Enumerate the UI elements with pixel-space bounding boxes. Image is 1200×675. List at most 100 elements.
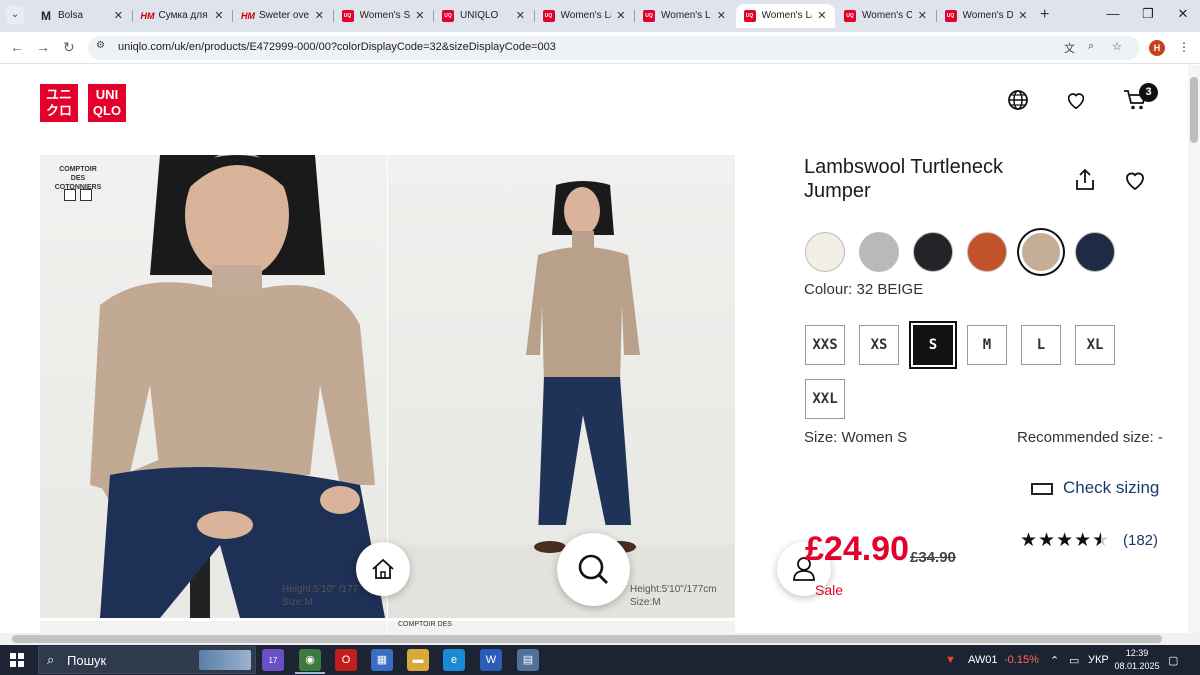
colour-swatch-off-white[interactable]: [805, 232, 845, 272]
notifications-icon[interactable]: ▢: [1168, 654, 1178, 667]
close-tab-icon[interactable]: ✕: [315, 4, 324, 28]
url-text[interactable]: uniqlo.com/uk/en/products/E472999-000/00…: [118, 41, 556, 53]
logo-latin: UNI QLO: [88, 84, 126, 122]
search-button[interactable]: [557, 533, 630, 606]
network-icon[interactable]: ▭: [1069, 654, 1079, 667]
wishlist-heart-icon[interactable]: [1065, 89, 1087, 111]
rating-stars[interactable]: ★★★★★: [1020, 529, 1110, 552]
system-clock[interactable]: 12:39 08.01.2025: [1112, 647, 1162, 673]
site-info-icon[interactable]: ⚙: [96, 40, 105, 51]
browser-tab[interactable]: UQ Women's La ✕: [635, 4, 734, 28]
brand-mini-logo-2: [80, 189, 92, 201]
stock-ticker[interactable]: AW01: [968, 654, 998, 666]
reload-button[interactable]: ↻: [63, 39, 75, 56]
close-tab-icon[interactable]: ✕: [214, 4, 223, 28]
model-height-2: Height:5'10"/177cm: [630, 584, 717, 595]
product-title: Lambswool Turtleneck Jumper: [804, 156, 1003, 202]
clock-time: 12:39: [1125, 648, 1149, 658]
browser-tab[interactable]: UQ UNIQLO ✕: [434, 4, 533, 28]
size-button-xxs[interactable]: XXS: [805, 325, 845, 365]
browser-tab[interactable]: UQ Women's Dr ✕: [937, 4, 1036, 28]
recommended-size-label: Recommended size: -: [1017, 429, 1163, 446]
gmail-icon: M: [41, 9, 51, 23]
size-button-xl[interactable]: XL: [1075, 325, 1115, 365]
uniqlo-icon: UQ: [643, 10, 655, 22]
close-tab-icon[interactable]: ✕: [616, 4, 625, 28]
home-button[interactable]: [356, 542, 410, 596]
globe-icon[interactable]: [1007, 89, 1029, 111]
ruler-icon[interactable]: [1031, 483, 1053, 495]
chrome-icon[interactable]: ◉: [299, 649, 321, 671]
browser-tab[interactable]: M Bolsa ✕: [32, 4, 131, 28]
tray-chevron-icon[interactable]: ⌃: [1050, 654, 1059, 667]
translate-icon[interactable]: 文: [1064, 40, 1075, 56]
browser-tab[interactable]: UQ Women's La ✕: [535, 4, 634, 28]
store-icon[interactable]: ▦: [371, 649, 393, 671]
tab-label: Sweter over: [259, 10, 309, 21]
tab-separator: [935, 10, 937, 22]
new-tab-button[interactable]: +: [1040, 6, 1049, 24]
stock-change[interactable]: -0.15%: [1004, 654, 1039, 666]
size-button-m[interactable]: M: [967, 325, 1007, 365]
browser-tab[interactable]: UQ Women's Cl ✕: [836, 4, 935, 28]
zoom-icon[interactable]: ⌕: [1088, 40, 1094, 53]
language-indicator[interactable]: УКР: [1088, 654, 1109, 666]
colour-swatch-navy[interactable]: [1075, 232, 1115, 272]
uniqlo-logo[interactable]: ユニ クロ UNI QLO: [40, 84, 127, 124]
colour-swatch-grey[interactable]: [859, 232, 899, 272]
notification-badge: 17: [268, 656, 278, 665]
stock-chart-icon[interactable]: ▼: [945, 654, 956, 666]
minimize-button[interactable]: —: [1098, 6, 1128, 21]
uniqlo-icon: UQ: [341, 10, 354, 22]
share-icon[interactable]: [1073, 168, 1097, 192]
back-button[interactable]: ←: [10, 39, 24, 55]
colour-swatch-orange[interactable]: [967, 232, 1007, 272]
calculator-icon[interactable]: ▤: [517, 649, 539, 671]
tab-search-button[interactable]: ⌄: [6, 6, 24, 24]
close-tab-icon[interactable]: ✕: [918, 4, 927, 28]
close-tab-icon[interactable]: ✕: [114, 4, 123, 28]
taskbar-search[interactable]: ⌕ Пошук: [38, 646, 256, 674]
vertical-scrollbar[interactable]: [1188, 65, 1200, 633]
tab-label: Women's Cl: [862, 10, 912, 21]
browser-tab[interactable]: HM Sweter over ✕: [233, 4, 332, 28]
close-window-button[interactable]: ✕: [1168, 6, 1198, 22]
edge-icon[interactable]: e: [443, 649, 465, 671]
viber-icon[interactable]: 17: [262, 649, 284, 671]
review-count-link[interactable]: (182): [1123, 532, 1158, 549]
vertical-scroll-thumb[interactable]: [1190, 77, 1198, 143]
profile-avatar[interactable]: H: [1149, 40, 1165, 56]
size-button-xs[interactable]: XS: [859, 325, 899, 365]
close-tab-icon[interactable]: ✕: [717, 4, 726, 28]
tab-separator: [533, 10, 535, 22]
colour-swatch-black[interactable]: [913, 232, 953, 272]
browser-tab[interactable]: HM Сумка для ✕: [133, 4, 232, 28]
browser-tab[interactable]: UQ Women's Sw ✕: [334, 4, 433, 28]
close-tab-icon[interactable]: ✕: [415, 4, 424, 28]
check-sizing-link[interactable]: Check sizing: [1063, 478, 1159, 498]
browser-tab[interactable]: UQ Women's La ✕: [735, 4, 835, 28]
horizontal-scrollbar[interactable]: [0, 633, 1200, 645]
word-icon[interactable]: W: [480, 649, 502, 671]
close-tab-icon[interactable]: ✕: [516, 4, 525, 28]
tab-separator: [131, 10, 133, 22]
omnibox[interactable]: ⚙ uniqlo.com/uk/en/products/E472999-000/…: [88, 36, 1140, 60]
restore-button[interactable]: ❐: [1133, 6, 1163, 22]
favourite-heart-icon[interactable]: [1123, 168, 1147, 192]
forward-button[interactable]: →: [36, 39, 50, 55]
close-tab-icon[interactable]: ✕: [1018, 4, 1027, 28]
horizontal-scroll-thumb[interactable]: [12, 635, 1162, 643]
size-button-xxl[interactable]: XXL: [805, 379, 845, 419]
colour-swatch-beige[interactable]: [1021, 232, 1061, 272]
opera-icon[interactable]: O: [335, 649, 357, 671]
size-button-l[interactable]: L: [1021, 325, 1061, 365]
model-size-1: Size:M: [282, 597, 313, 608]
size-button-s[interactable]: S: [913, 325, 953, 365]
file-explorer-icon[interactable]: ▬: [407, 649, 429, 671]
bookmark-star-icon[interactable]: ☆: [1112, 40, 1122, 53]
windows-start-icon[interactable]: [10, 653, 24, 667]
close-tab-icon[interactable]: ✕: [817, 4, 826, 28]
product-photo-seated[interactable]: COMPTOIR DES COTONNIERS Height:5'10" /17…: [40, 155, 387, 618]
clock-date: 08.01.2025: [1114, 661, 1160, 671]
browser-menu-icon[interactable]: ⋮: [1178, 40, 1190, 54]
